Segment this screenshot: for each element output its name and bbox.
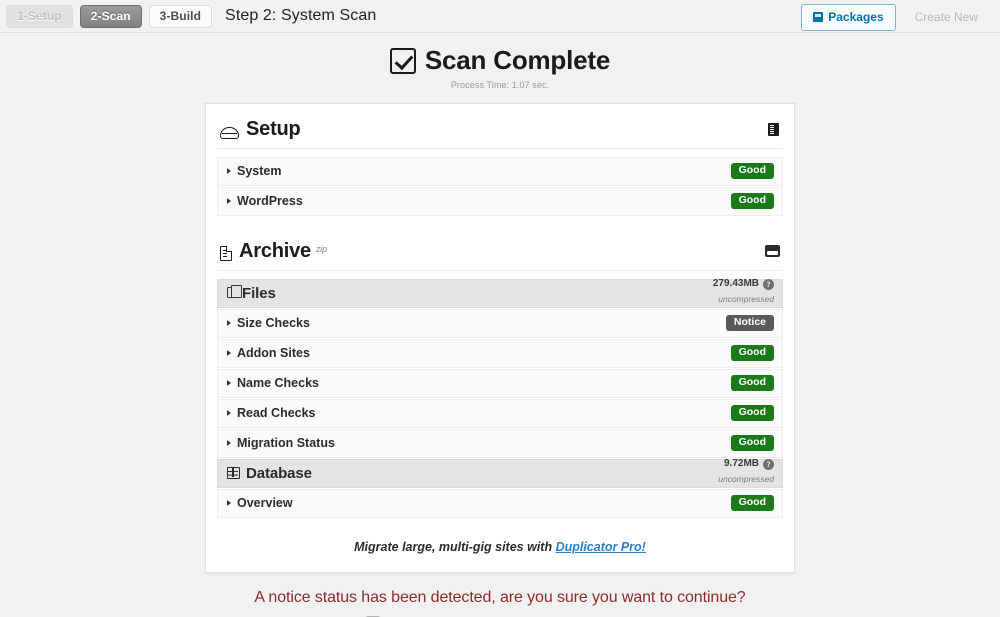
chevron-right-icon <box>227 380 231 386</box>
files-size-note: uncompressed <box>718 294 774 305</box>
step-tab-1-setup[interactable]: 1-Setup <box>6 4 73 28</box>
table-row[interactable]: Read Checks Good <box>217 398 783 428</box>
status-badge: Notice <box>725 315 774 331</box>
create-new-button[interactable]: Create New <box>903 4 990 31</box>
row-label-overview: Overview <box>227 496 293 510</box>
archive-section-title: Archive zip <box>220 240 329 263</box>
row-text: Read Checks <box>237 406 316 420</box>
table-row[interactable]: System Good <box>217 156 783 186</box>
notice-warning-block: A notice status has been detected, are y… <box>0 589 1000 617</box>
setup-section-title: Setup <box>220 118 301 141</box>
row-text: Database <box>246 464 312 482</box>
help-icon[interactable]: ? <box>763 459 774 471</box>
page-title: Step 2: System Scan <box>225 7 377 24</box>
files-group-label: Files <box>227 284 276 302</box>
packages-button-label: Packages <box>828 10 884 24</box>
setup-title-label: Setup <box>246 117 301 140</box>
promo-text: Migrate large, multi-gig sites with <box>354 539 556 554</box>
scan-complete-label: Scan Complete <box>424 45 611 75</box>
table-row[interactable]: Addon Sites Good <box>217 338 783 368</box>
server-chip-icon[interactable] <box>768 122 779 136</box>
checkmark-icon <box>389 47 416 74</box>
scan-results-card: Setup System Good WordPress Good Archive… <box>205 102 795 573</box>
step-tab-3-build[interactable]: 3-Build <box>148 4 213 28</box>
disk-drive-icon[interactable] <box>765 245 780 257</box>
row-text: Addon Sites <box>237 346 310 360</box>
files-size-value: 279.43MB <box>712 278 759 290</box>
database-size-info: 9.72MB ? uncompressed <box>718 459 774 487</box>
packages-icon <box>813 12 824 22</box>
row-label-migration-status: Migration Status <box>227 436 335 450</box>
table-row[interactable]: Overview Good <box>217 488 783 518</box>
row-text: Overview <box>237 496 293 510</box>
archive-section-header: Archive zip <box>217 238 783 271</box>
row-text: WordPress <box>237 194 303 208</box>
files-size-line: 279.43MB ? <box>712 278 774 291</box>
table-grid-icon <box>227 466 240 479</box>
duplicator-pro-link[interactable]: Duplicator Pro! <box>556 540 646 554</box>
row-text: Migration Status <box>237 436 335 450</box>
status-badge: Good <box>730 375 774 391</box>
database-size-note: uncompressed <box>718 474 774 485</box>
group-row-database[interactable]: Database 9.72MB ? uncompressed <box>217 458 783 488</box>
row-label-size-checks: Size Checks <box>227 316 310 330</box>
chevron-right-icon <box>227 440 231 446</box>
hard-drive-icon <box>220 126 239 139</box>
packages-button[interactable]: Packages <box>801 4 896 31</box>
setup-section-header: Setup <box>217 116 783 149</box>
row-label-name-checks: Name Checks <box>227 376 319 390</box>
row-label-addon-sites: Addon Sites <box>227 346 310 360</box>
notice-question: A notice status has been detected, are y… <box>254 588 746 606</box>
archive-format-label: zip <box>315 243 327 254</box>
status-badge: Good <box>730 435 774 451</box>
row-text: System <box>237 164 282 178</box>
table-row[interactable]: Size Checks Notice <box>217 308 783 338</box>
row-text: Files <box>242 284 276 302</box>
process-time-label: Process Time: 1.07 sec. <box>450 79 550 90</box>
row-label-read-checks: Read Checks <box>227 406 316 420</box>
chevron-right-icon <box>227 410 231 416</box>
chevron-right-icon <box>227 320 231 326</box>
row-label-wordpress: WordPress <box>227 194 303 208</box>
row-label-system: System <box>227 164 281 178</box>
table-row[interactable]: Migration Status Good <box>217 428 783 458</box>
step-tabs: 1-Setup 2-Scan 3-Build <box>6 4 213 28</box>
file-icon <box>220 245 232 261</box>
files-icon <box>227 284 242 298</box>
table-row[interactable]: Name Checks Good <box>217 368 783 398</box>
chevron-right-icon <box>227 168 231 174</box>
top-toolbar: 1-Setup 2-Scan 3-Build Step 2: System Sc… <box>0 0 1000 33</box>
help-icon[interactable]: ? <box>763 279 774 291</box>
scan-status-header: Scan Complete Process Time: 1.07 sec. <box>0 33 1000 90</box>
row-text: Name Checks <box>237 376 319 390</box>
chevron-right-icon <box>227 500 231 506</box>
status-badge: Good <box>730 405 774 421</box>
chevron-right-icon <box>227 198 231 204</box>
promo-line: Migrate large, multi-gig sites with Dupl… <box>217 540 783 554</box>
scan-complete-title: Scan Complete <box>389 45 611 76</box>
archive-title-label: Archive <box>239 239 311 262</box>
status-badge: Good <box>730 193 774 209</box>
toolbar-actions: Packages Create New <box>801 4 990 31</box>
table-row[interactable]: WordPress Good <box>217 186 783 216</box>
database-size-value: 9.72MB <box>723 458 759 470</box>
row-text: Size Checks <box>237 316 310 330</box>
step-tab-2-scan[interactable]: 2-Scan <box>79 4 142 28</box>
chevron-right-icon <box>227 350 231 356</box>
database-group-label: Database <box>227 465 312 482</box>
database-size-line: 9.72MB ? <box>718 458 774 471</box>
status-badge: Good <box>730 495 774 511</box>
files-size-info: 279.43MB ? uncompressed <box>713 279 774 307</box>
group-row-files[interactable]: Files 279.43MB ? uncompressed <box>217 278 783 308</box>
status-badge: Good <box>730 345 774 361</box>
status-badge: Good <box>730 163 774 179</box>
